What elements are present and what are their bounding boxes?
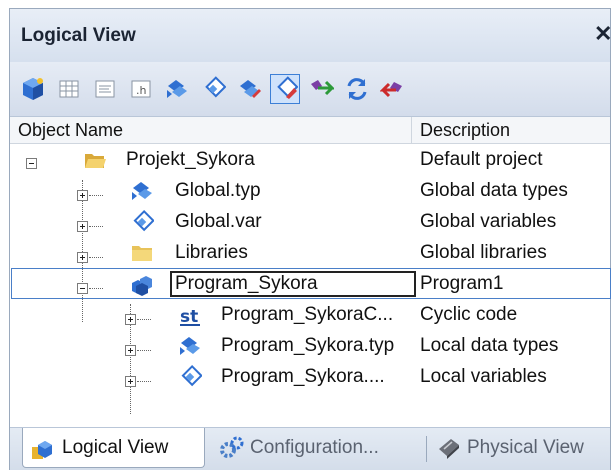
- header-file-icon[interactable]: .h: [126, 74, 156, 104]
- object-tree: Projekt_Sykora Default project Global.ty…: [10, 144, 611, 424]
- expand-icon[interactable]: [77, 221, 88, 232]
- expand-icon[interactable]: [125, 345, 136, 356]
- svg-text:.h: .h: [136, 84, 146, 97]
- expand-icon[interactable]: [77, 190, 88, 201]
- tab-logical-view[interactable]: Logical View: [22, 428, 205, 468]
- physical-view-icon: [439, 439, 459, 459]
- move-red-icon[interactable]: [378, 74, 408, 104]
- tab-physical-view[interactable]: Physical View: [432, 428, 608, 468]
- expand-icon[interactable]: [125, 314, 136, 325]
- tree-item-name: Global.typ: [175, 180, 261, 201]
- table-icon[interactable]: [54, 74, 84, 104]
- collapse-icon[interactable]: [26, 158, 37, 169]
- view-tabs: Logical View Configuration... Physical V…: [10, 427, 610, 470]
- logical-view-icon: [32, 440, 52, 459]
- datatype-edit-icon[interactable]: [234, 74, 264, 104]
- column-header: Object Name Description: [10, 117, 610, 144]
- toolbar: .h: [10, 62, 610, 117]
- tree-item-description: Local variables: [420, 366, 547, 387]
- text-file-icon[interactable]: [90, 74, 120, 104]
- datatype-icon[interactable]: [162, 74, 192, 104]
- folder-open-icon: [85, 154, 106, 168]
- tree-item-name: Program_SykoraC...: [221, 304, 394, 325]
- cube-object-icon[interactable]: [18, 74, 48, 104]
- tree-item-description: Global data types: [420, 180, 568, 201]
- tab-configuration[interactable]: Configuration...: [213, 428, 425, 468]
- variable-edit-icon[interactable]: [270, 74, 300, 104]
- st-code-icon: st: [180, 307, 200, 327]
- tree-row-cyclic-code[interactable]: st Program_SykoraC... Cyclic code: [10, 299, 610, 330]
- tree-item-name: Libraries: [175, 242, 248, 263]
- tree-row-local-types[interactable]: Program_Sykora.typ Local data types: [10, 330, 610, 361]
- column-object-name[interactable]: Object Name: [12, 117, 412, 143]
- column-description[interactable]: Description: [412, 117, 610, 143]
- folder-icon: [132, 246, 152, 261]
- refresh-icon[interactable]: [342, 74, 372, 104]
- move-green-icon[interactable]: [306, 74, 336, 104]
- tree-item-description: Global variables: [420, 211, 557, 232]
- tree-item-description: Global libraries: [420, 242, 547, 263]
- tab-separator: [426, 436, 427, 462]
- program-icon: [132, 276, 152, 296]
- tree-row-libraries[interactable]: Libraries Global libraries: [10, 237, 610, 268]
- tab-label: Physical View: [467, 437, 584, 458]
- tree-item-description: Cyclic code: [420, 304, 518, 325]
- panel-titlebar: Logical View ✕: [10, 9, 612, 63]
- variable-icon[interactable]: [198, 74, 228, 104]
- panel-title: Logical View: [21, 25, 136, 46]
- tree-item-description: Program1: [420, 273, 504, 294]
- expand-icon[interactable]: [77, 252, 88, 263]
- tab-label: Configuration...: [250, 437, 379, 458]
- logical-view-panel: Logical View ✕ .h Object Name Descriptio…: [9, 8, 612, 470]
- variable-icon: [181, 365, 202, 387]
- tree-item-description: Default project: [420, 149, 543, 170]
- close-icon[interactable]: ✕: [594, 23, 612, 45]
- variable-icon: [133, 210, 154, 232]
- tree-row-local-variables[interactable]: Program_Sykora.... Local variables: [10, 361, 610, 392]
- tree-item-name: Global.var: [175, 211, 262, 232]
- configuration-icon: [220, 436, 244, 458]
- tree-item-description: Local data types: [420, 335, 559, 356]
- tree-row-global-var[interactable]: Global.var Global variables: [10, 206, 610, 237]
- datatype-icon: [132, 182, 152, 200]
- tree-item-name: Projekt_Sykora: [126, 149, 255, 170]
- tree-row-global-typ[interactable]: Global.typ Global data types: [10, 175, 610, 206]
- tree-item-name: Program_Sykora....: [221, 366, 385, 387]
- tab-label: Logical View: [62, 436, 169, 458]
- tree-item-name[interactable]: Program_Sykora: [170, 271, 416, 297]
- datatype-icon: [180, 337, 200, 355]
- tree-row-program-sykora[interactable]: Program_Sykora Program1: [10, 268, 610, 299]
- tree-row-projekt[interactable]: Projekt_Sykora Default project: [10, 144, 610, 175]
- tree-item-name: Program_Sykora.typ: [221, 335, 395, 356]
- collapse-icon[interactable]: [77, 283, 88, 294]
- expand-icon[interactable]: [125, 376, 136, 387]
